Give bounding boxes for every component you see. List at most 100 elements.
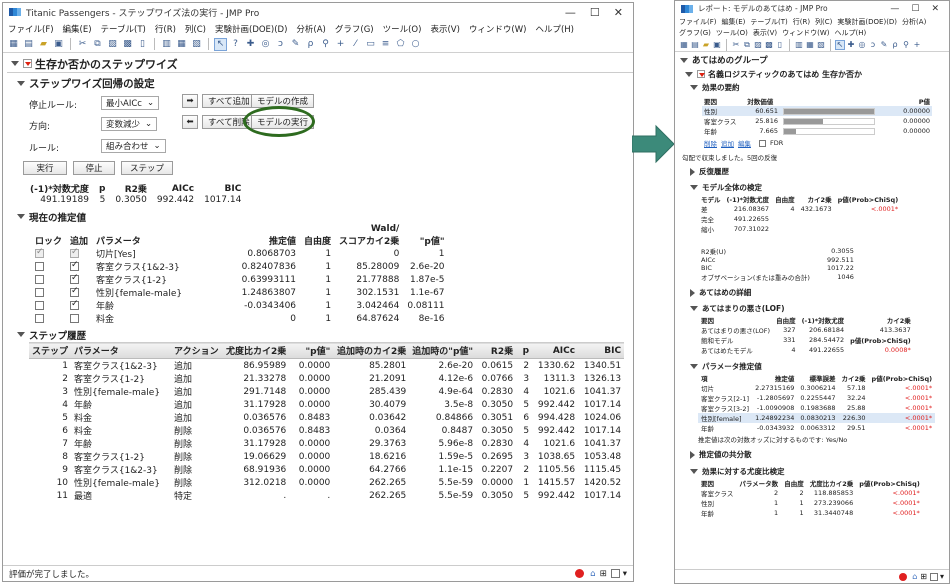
paste-icon[interactable]: ▨ bbox=[753, 40, 763, 50]
collapse-icon[interactable] bbox=[690, 364, 698, 369]
magnifier-tool-icon[interactable]: ⚲ bbox=[319, 38, 332, 51]
window-checkbox[interactable] bbox=[929, 572, 938, 581]
close-icon[interactable]: ✕ bbox=[931, 4, 939, 14]
line-tool-icon[interactable]: ⁄ bbox=[349, 38, 362, 51]
text-tool-icon[interactable]: ▭ bbox=[364, 38, 377, 51]
window-list-icon[interactable]: ⊞ bbox=[920, 572, 927, 581]
maximize-icon[interactable]: ☐ bbox=[590, 6, 600, 19]
settings-outline-header[interactable]: ステップワイズ回帰の設定 bbox=[7, 75, 633, 92]
whole-model-header[interactable]: モデル全体の検定 bbox=[678, 181, 949, 194]
red-triangle-menu-icon[interactable] bbox=[697, 70, 705, 78]
menu-item[interactable]: テーブル(T) bbox=[101, 23, 146, 35]
plus-tool-icon[interactable]: + bbox=[912, 40, 922, 50]
logistic-outline-header[interactable]: 名義ロジスティックのあてはめ 生存か否か bbox=[678, 67, 949, 81]
lock-checkbox[interactable] bbox=[35, 261, 44, 271]
menu-item[interactable]: 表示(V) bbox=[753, 28, 777, 38]
paste-icon[interactable]: ▨ bbox=[106, 38, 119, 51]
menu-item[interactable]: ヘルプ(H) bbox=[535, 23, 574, 35]
menu-item[interactable]: ツール(O) bbox=[716, 28, 748, 38]
minimize-icon[interactable]: — bbox=[565, 6, 576, 19]
step-history-header[interactable]: ステップ履歴 bbox=[7, 327, 633, 342]
collapse-icon[interactable] bbox=[680, 57, 688, 63]
enter-all-arrow-button[interactable]: ➡ bbox=[182, 94, 198, 108]
red-triangle-menu-icon[interactable] bbox=[23, 59, 32, 68]
menu-item[interactable]: 実験計画(DOE)(D) bbox=[215, 23, 287, 35]
window-checkbox[interactable] bbox=[610, 569, 620, 578]
page-icon[interactable]: ▯ bbox=[775, 40, 785, 50]
save-icon[interactable]: ▣ bbox=[712, 40, 722, 50]
minimize-icon[interactable]: — bbox=[890, 4, 899, 14]
menu-item[interactable]: 分析(A) bbox=[902, 17, 926, 27]
lasso-tool-icon[interactable]: ↄ bbox=[868, 40, 878, 50]
menu-item[interactable]: グラフ(G) bbox=[335, 23, 374, 35]
group-outline-header[interactable]: あてはめのグループ bbox=[678, 53, 949, 67]
direction-select[interactable]: 変数減少 ⌄ bbox=[101, 117, 158, 131]
menu-item[interactable]: 列(C) bbox=[185, 23, 206, 35]
menu-item[interactable]: ファイル(F) bbox=[8, 23, 54, 35]
lof-header[interactable]: あてはまりの悪さ(LOF) bbox=[678, 302, 949, 315]
lock-checkbox[interactable] bbox=[35, 247, 44, 258]
cut-icon[interactable]: ✂ bbox=[76, 38, 89, 51]
add-checkbox[interactable] bbox=[70, 313, 80, 323]
layout-icon[interactable]: ▧ bbox=[190, 38, 203, 51]
menu-item[interactable]: 実験計画(DOE)(D) bbox=[837, 17, 897, 27]
new-script-icon[interactable]: ▤ bbox=[22, 38, 35, 51]
lr-test-header[interactable]: 効果に対する尤度比検定 bbox=[678, 465, 949, 478]
menu-item[interactable]: 編集(E) bbox=[63, 23, 92, 35]
journal-icon[interactable]: ▦ bbox=[175, 38, 188, 51]
add-checkbox[interactable] bbox=[70, 247, 80, 258]
list-tool-icon[interactable]: ≡ bbox=[379, 38, 392, 51]
current-estimates-header[interactable]: 現在の推定値 bbox=[7, 209, 633, 224]
effect-summary-header[interactable]: 効果の要約 bbox=[678, 81, 949, 93]
cut-icon[interactable]: ✂ bbox=[731, 40, 741, 50]
lock-checkbox[interactable] bbox=[35, 300, 44, 310]
open-folder-icon[interactable]: ▰ bbox=[701, 40, 711, 50]
expand-icon[interactable] bbox=[690, 450, 695, 459]
effect-link[interactable]: 追加 bbox=[721, 138, 734, 148]
add-checkbox[interactable] bbox=[70, 260, 80, 271]
collapse-icon[interactable] bbox=[17, 332, 25, 337]
brush-tool-icon[interactable]: ✎ bbox=[879, 40, 889, 50]
copy-image-icon[interactable]: ▩ bbox=[121, 38, 134, 51]
data-table-icon[interactable]: ▥ bbox=[160, 38, 173, 51]
collapse-icon[interactable] bbox=[685, 71, 693, 77]
target-tool-icon[interactable]: ◎ bbox=[857, 40, 867, 50]
collapse-icon[interactable] bbox=[690, 84, 698, 90]
stop-rule-select[interactable]: 最小AICc ⌄ bbox=[101, 96, 160, 110]
new-table-icon[interactable]: ▦ bbox=[679, 40, 689, 50]
data-table-icon[interactable]: ▥ bbox=[794, 40, 804, 50]
step-button[interactable]: ステップ bbox=[121, 161, 173, 175]
menu-item[interactable]: 表示(V) bbox=[430, 23, 459, 35]
stop-button[interactable]: 停止 bbox=[73, 161, 115, 175]
lock-checkbox[interactable] bbox=[35, 313, 44, 323]
expand-icon[interactable] bbox=[690, 288, 695, 297]
menu-item[interactable]: ヘルプ(H) bbox=[835, 28, 867, 38]
collapse-icon[interactable] bbox=[17, 81, 25, 86]
collapse-icon[interactable] bbox=[690, 469, 698, 474]
menu-item[interactable]: グラフ(G) bbox=[679, 28, 711, 38]
crosshair-tool-icon[interactable]: ✚ bbox=[846, 40, 856, 50]
iteration-history-header[interactable]: 反復履歴 bbox=[678, 165, 949, 178]
target-tool-icon[interactable]: ◎ bbox=[259, 38, 272, 51]
add-checkbox[interactable] bbox=[70, 299, 80, 310]
menu-item[interactable]: ウィンドウ(W) bbox=[469, 23, 527, 35]
remove-all-arrow-button[interactable]: ⬅ bbox=[182, 115, 198, 129]
lasso-tool-icon[interactable]: ↄ bbox=[274, 38, 287, 51]
close-icon[interactable]: ✕ bbox=[614, 6, 623, 19]
expand-icon[interactable] bbox=[690, 167, 695, 176]
help-tool-icon[interactable]: ? bbox=[229, 38, 242, 51]
oval-tool-icon[interactable]: ○ bbox=[409, 38, 422, 51]
collapse-icon[interactable] bbox=[690, 185, 698, 190]
scroll-tool-icon[interactable]: ρ bbox=[890, 40, 900, 50]
crosshair-tool-icon[interactable]: ✚ bbox=[244, 38, 257, 51]
magnifier-tool-icon[interactable]: ⚲ bbox=[901, 40, 911, 50]
arrow-tool-icon[interactable]: ↖ bbox=[214, 37, 227, 51]
polygon-tool-icon[interactable]: ⬠ bbox=[394, 38, 407, 51]
collapse-icon[interactable] bbox=[17, 214, 25, 219]
dropdown-icon[interactable]: ▾ bbox=[623, 569, 627, 579]
collapse-icon[interactable] bbox=[11, 61, 19, 66]
menu-item[interactable]: ファイル(F) bbox=[679, 17, 717, 27]
copy-icon[interactable]: ⧉ bbox=[742, 40, 752, 50]
dropdown-icon[interactable]: ▾ bbox=[940, 572, 944, 581]
add-all-button[interactable]: すべて追加 bbox=[202, 94, 256, 108]
